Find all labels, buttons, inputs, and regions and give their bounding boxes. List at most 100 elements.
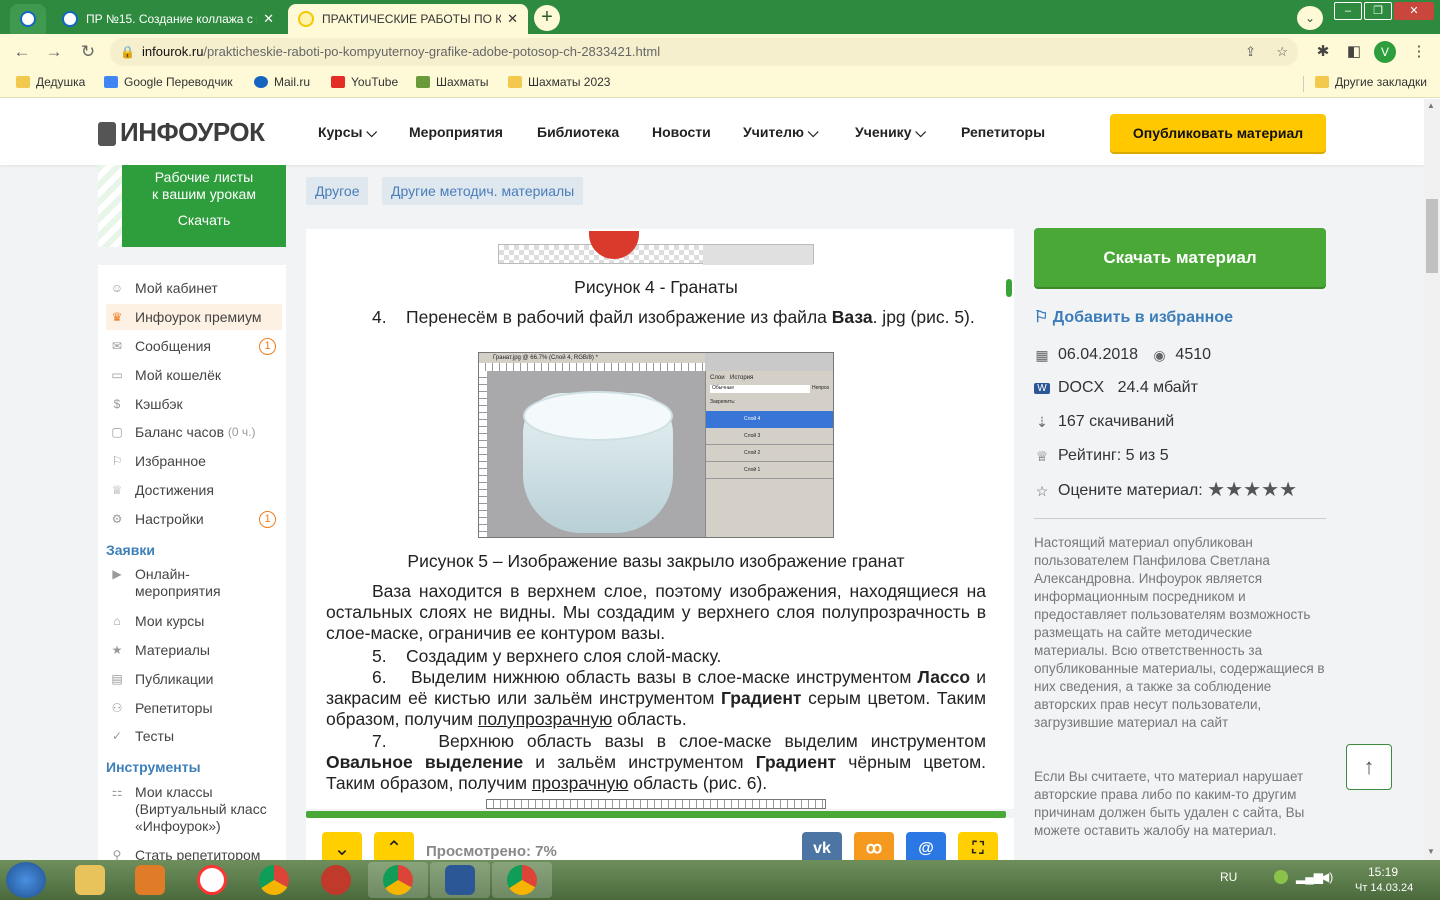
graduation-cap-icon: ⌂ xyxy=(113,614,121,628)
taskbar-media-player[interactable] xyxy=(120,862,180,898)
star-icon[interactable]: ★ xyxy=(1207,480,1225,500)
ps-layer-row: Слой 1 xyxy=(706,462,833,479)
tab-search-icon[interactable]: ⌄ xyxy=(1297,6,1323,30)
sidebar-item-publications[interactable]: ▤ Публикации xyxy=(106,666,282,692)
sidebar-item-tutors[interactable]: ⚇ Репетиторы xyxy=(106,695,282,721)
sidebar-item-hours[interactable]: ▢ Баланс часов (0 ч.) xyxy=(106,419,282,445)
sidebar-item-my-courses[interactable]: ⌂ Мои курсы xyxy=(106,608,282,634)
sidebar-item-tests[interactable]: ✓ Тесты xyxy=(106,723,282,749)
next-page-button[interactable]: ⌄ xyxy=(322,832,362,860)
bookmark-item[interactable]: Google Переводчик xyxy=(104,75,233,89)
close-icon[interactable]: ✕ xyxy=(507,11,518,27)
taskbar-chrome-profile[interactable] xyxy=(492,862,552,898)
sidebar-item-classes[interactable]: ⚏ Мои классы (Виртуальный класс «Инфоурок… xyxy=(106,784,282,835)
sidebar-item-premium[interactable]: ♛ Инфоурок премиум xyxy=(106,304,282,330)
vk-share-button[interactable]: vk xyxy=(802,832,842,860)
other-bookmarks[interactable]: Другие закладки xyxy=(1315,75,1427,89)
sidebar-item-favorites[interactable]: ⚐ Избранное xyxy=(106,448,282,474)
download-material-button[interactable]: Скачать материал xyxy=(1034,228,1326,287)
sidebar-item-cashback[interactable]: $ Кэшбэк xyxy=(106,391,282,417)
sidebar-item-settings[interactable]: ⚙ Настройки 1 xyxy=(106,506,282,532)
tab-title: ПР №15. Создание коллажа с п xyxy=(86,12,258,26)
address-bar[interactable]: 🔒 infourok.ru/prakticheskie-raboti-po-ko… xyxy=(110,38,1298,66)
share-icon[interactable]: ⇪ xyxy=(1245,38,1256,66)
extensions-icon[interactable]: ✱ xyxy=(1312,42,1334,60)
document-scrollbar[interactable] xyxy=(1004,229,1014,809)
back-arrow-icon[interactable]: ← xyxy=(10,40,34,64)
site-logo[interactable]: ИНФОУРОК xyxy=(98,117,265,148)
star-icon[interactable]: ★ xyxy=(1261,480,1279,500)
bookmark-item[interactable]: Дедушка xyxy=(16,75,85,89)
reload-icon[interactable]: ↻ xyxy=(76,40,100,64)
scroll-thumb[interactable] xyxy=(1006,279,1012,297)
nav-library[interactable]: Библиотека xyxy=(537,124,619,140)
sidebar-item-online-events[interactable]: ▶ Онлайн-мероприятия xyxy=(106,566,282,600)
taskbar-chrome-active[interactable] xyxy=(368,862,428,898)
breadcrumb-methodical[interactable]: Другие методич. материалы xyxy=(382,177,584,205)
browser-scrollbar[interactable]: ▲ ▼ xyxy=(1424,99,1440,860)
taskbar-app-p[interactable] xyxy=(306,862,366,898)
mail-share-button[interactable]: @ xyxy=(906,832,946,860)
maximize-icon[interactable]: ❐ xyxy=(1364,2,1392,20)
worksheets-banner[interactable]: Рабочие листы к вашим урокам Скачать xyxy=(98,165,286,247)
taskbar-word[interactable] xyxy=(430,862,490,898)
window-close-icon[interactable]: ✕ xyxy=(1394,2,1434,20)
nav-news[interactable]: Новости xyxy=(652,124,711,140)
nav-events[interactable]: Мероприятия xyxy=(409,124,503,140)
tab-pinned[interactable] xyxy=(10,4,46,34)
bookmark-item[interactable]: Шахматы xyxy=(416,75,488,89)
taskbar-explorer[interactable] xyxy=(60,862,120,898)
nav-teacher[interactable]: Учителю ⌵ xyxy=(743,124,818,141)
rating-stars[interactable]: ★★★★★ xyxy=(1207,480,1297,501)
breadcrumb-other[interactable]: Другое xyxy=(306,177,369,205)
forward-arrow-icon[interactable]: → xyxy=(42,40,66,64)
sidebar-item-materials[interactable]: ★ Материалы xyxy=(106,637,282,663)
publish-material-button[interactable]: Опубликовать материал xyxy=(1110,114,1326,152)
ok-share-button[interactable]: ꝏ xyxy=(854,832,894,860)
close-icon[interactable]: ✕ xyxy=(263,11,274,27)
taskbar-yandex[interactable] xyxy=(182,862,242,898)
bookmark-star-icon[interactable]: ☆ xyxy=(1276,38,1288,66)
tab-active[interactable]: ПРАКТИЧЕСКИЕ РАБОТЫ ПО КО ✕ xyxy=(288,4,528,34)
volume-icon[interactable]: ◀) xyxy=(1320,870,1333,884)
document-viewer[interactable]: Рисунок 4 - Гранаты 4. Перенесём в рабоч… xyxy=(306,229,1014,809)
ps-layer-row: Слой 4 xyxy=(706,411,833,428)
sidebar-item-messages[interactable]: ✉ Сообщения 1 xyxy=(106,333,282,359)
nav-student[interactable]: Ученику ⌵ xyxy=(855,124,926,141)
prev-page-button[interactable]: ⌃ xyxy=(374,832,414,860)
language-indicator[interactable]: RU xyxy=(1220,870,1237,884)
scroll-up-icon[interactable]: ▲ xyxy=(1427,101,1435,110)
tab-1[interactable]: ПР №15. Создание коллажа с п ✕ xyxy=(52,4,284,34)
network-status-icon[interactable] xyxy=(1274,870,1288,884)
fullscreen-button[interactable]: ⛶ xyxy=(958,832,998,860)
ps-ruler xyxy=(479,363,705,371)
bookmark-item[interactable]: YouTube xyxy=(331,75,398,89)
minimize-icon[interactable]: – xyxy=(1334,2,1362,20)
scroll-thumb[interactable] xyxy=(1426,199,1438,273)
bookmark-item[interactable]: Шахматы 2023 xyxy=(508,75,610,89)
scroll-to-top-button[interactable]: ↑ xyxy=(1346,744,1392,790)
scroll-down-icon[interactable]: ▼ xyxy=(1427,847,1435,856)
banner-download-link[interactable]: Скачать xyxy=(122,212,286,229)
notification-badge: 1 xyxy=(259,510,276,528)
signal-icon[interactable]: ▂▄▆ xyxy=(1296,870,1323,884)
add-to-favorites-link[interactable]: ⚐ Добавить в избранное xyxy=(1034,307,1233,327)
sidebar-item-wallet[interactable]: ▭ Мой кошелёк xyxy=(106,362,282,388)
star-icon[interactable]: ★ xyxy=(1279,480,1297,500)
windows-start-icon[interactable] xyxy=(6,862,46,898)
divider xyxy=(1303,76,1304,92)
sidebar-item-achievements[interactable]: ♕ Достижения xyxy=(106,477,282,503)
sidebar-item-cabinet[interactable]: ☺ Мой кабинет xyxy=(106,275,282,301)
new-tab-button[interactable]: + xyxy=(534,5,560,31)
nav-courses[interactable]: Курсы ⌵ xyxy=(318,124,377,141)
sidebar-item-become-tutor[interactable]: ⚲ Стать репетитором xyxy=(106,847,282,860)
star-icon[interactable]: ★ xyxy=(1243,480,1261,500)
star-icon[interactable]: ★ xyxy=(1225,480,1243,500)
nav-tutors[interactable]: Репетиторы xyxy=(961,124,1045,140)
menu-kebab-icon[interactable]: ⋮ xyxy=(1408,42,1430,60)
bookmark-icon: ⚐ xyxy=(111,454,123,468)
taskbar-chrome[interactable] xyxy=(244,862,304,898)
side-panel-icon[interactable]: ◧ xyxy=(1343,42,1365,60)
bookmark-item[interactable]: Mail.ru xyxy=(254,75,310,89)
profile-avatar[interactable]: V xyxy=(1374,41,1396,63)
